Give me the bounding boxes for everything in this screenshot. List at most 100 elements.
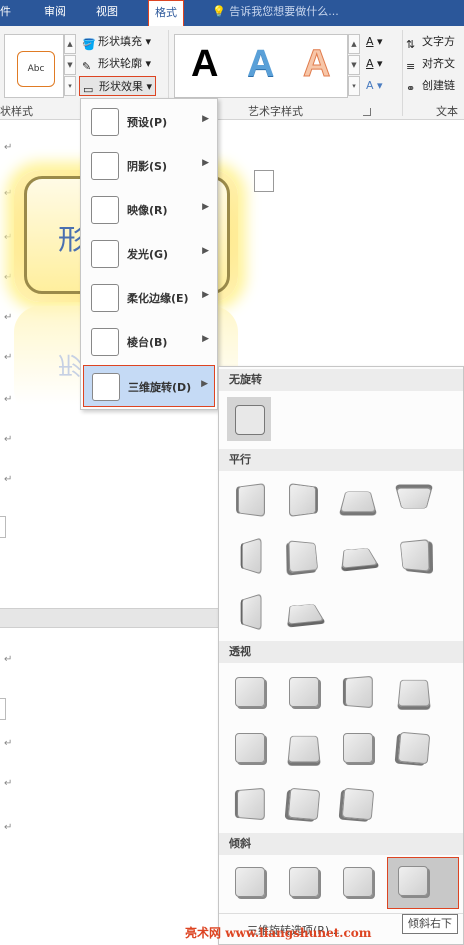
wordart-down-icon[interactable]: ▼ xyxy=(348,55,360,75)
align-text-icon: ≡ xyxy=(406,60,416,73)
rotation-preview-icon xyxy=(341,548,379,569)
group-label-text: 文本 xyxy=(436,105,458,118)
create-link-label: 创建链 xyxy=(422,79,455,92)
wordart-more-icon[interactable]: ▾ xyxy=(348,76,360,96)
rotation-option-oblique[interactable] xyxy=(335,859,379,903)
shape-effects-menu: 预设(P) ▶ 阴影(S) ▶ 映像(R) ▶ 发光(G) ▶ 柔化边缘(E) … xyxy=(80,98,218,410)
rotation-option-parallel[interactable] xyxy=(227,589,271,633)
menu-item-preset[interactable]: 预设(P) ▶ xyxy=(83,101,215,143)
rotation-option-parallel[interactable] xyxy=(335,533,379,577)
tab-view[interactable]: 视图 xyxy=(96,0,118,26)
shape-outline-button[interactable]: ✎ 形状轮廓 ▾ xyxy=(82,54,151,74)
rotation-option-perspective[interactable] xyxy=(335,669,379,713)
rotation-option-perspective[interactable] xyxy=(227,781,271,825)
rotation-option-parallel[interactable] xyxy=(391,533,435,577)
rotation-option-perspective[interactable] xyxy=(391,725,435,769)
rotation-option-perspective[interactable] xyxy=(335,781,379,825)
tab-format[interactable]: 格式 xyxy=(148,0,184,26)
rotation-option-perspective[interactable] xyxy=(391,669,435,713)
rotation-option-perspective[interactable] xyxy=(335,725,379,769)
rotation-preview-icon xyxy=(399,538,430,572)
rotation-option-none[interactable] xyxy=(227,397,271,441)
dialog-launcher-icon[interactable] xyxy=(363,108,371,116)
text-fill-icon[interactable]: A ▾ xyxy=(366,32,383,52)
wordart-sample-blue[interactable]: A xyxy=(247,43,274,86)
menu-item-shadow[interactable]: 阴影(S) ▶ xyxy=(83,145,215,187)
text-effects-icon[interactable]: A ▾ xyxy=(366,76,383,96)
paragraph-mark-icon: ↵ xyxy=(4,142,13,153)
3d-rotation-icon xyxy=(92,373,120,401)
menu-item-label: 柔化边缘(E) xyxy=(127,292,189,305)
menu-item-bevel[interactable]: 棱台(B) ▶ xyxy=(83,321,215,363)
paragraph-mark-icon: ↵ xyxy=(4,188,13,199)
rotation-preview-icon xyxy=(235,867,265,897)
layout-options-icon[interactable] xyxy=(254,170,274,192)
create-link-button[interactable]: ⚭ 创建链 xyxy=(406,76,455,96)
gallery-up-icon[interactable]: ▲ xyxy=(64,34,76,54)
rotation-option-perspective[interactable] xyxy=(281,781,325,825)
tell-me-text: 告诉我您想要做什么... xyxy=(229,5,339,18)
text-direction-button[interactable]: ⇅ 文字方 xyxy=(406,32,455,52)
paragraph-mark-icon: ↵ xyxy=(4,434,13,445)
align-text-button[interactable]: ≡ 对齐文 xyxy=(406,54,455,74)
menu-item-label: 棱台(B) xyxy=(127,336,168,349)
rotation-preview-icon xyxy=(288,483,316,517)
submenu-arrow-icon: ▶ xyxy=(201,379,208,389)
wordart-sample-orange[interactable]: A xyxy=(302,43,330,86)
rotation-option-parallel[interactable] xyxy=(281,533,325,577)
rotation-preview-icon xyxy=(339,491,377,513)
rotation-option-parallel[interactable] xyxy=(335,477,379,521)
shape-outline-label: 形状轮廓 xyxy=(98,57,142,70)
shape-effects-label: 形状效果 xyxy=(99,80,143,93)
align-text-label: 对齐文 xyxy=(422,57,455,70)
rotation-preview-icon xyxy=(345,675,373,709)
rotation-option-perspective[interactable] xyxy=(281,669,325,713)
wordart-sample-black[interactable]: A xyxy=(191,43,218,86)
rotation-option-perspective[interactable] xyxy=(281,725,325,769)
menu-item-3d-rotation[interactable]: 三维旋转(D) ▶ xyxy=(83,365,215,407)
tooltip: 倾斜右下 xyxy=(402,914,458,934)
shape-style-gallery[interactable]: Abc xyxy=(4,34,64,98)
menu-item-reflection[interactable]: 映像(R) ▶ xyxy=(83,189,215,231)
text-direction-icon: ⇅ xyxy=(406,38,416,51)
reflection-icon xyxy=(91,196,119,224)
shape-effects-icon: ▭ xyxy=(83,83,94,96)
rotation-preview-icon xyxy=(238,483,266,517)
shape-style-thumb[interactable]: Abc xyxy=(17,51,55,87)
paragraph-mark-icon: ↵ xyxy=(4,352,13,363)
watermark-brand: 亮术网 xyxy=(185,926,222,940)
wordart-gallery[interactable]: A A A xyxy=(174,34,348,98)
paragraph-mark-icon: ↵ xyxy=(4,474,13,485)
tell-me-search[interactable]: 💡 告诉我您想要做什么... xyxy=(212,0,339,26)
rotation-option-parallel[interactable] xyxy=(281,589,325,633)
rotation-option-parallel[interactable] xyxy=(227,533,271,577)
paragraph-mark-icon: ↵ xyxy=(4,654,13,665)
menu-item-glow[interactable]: 发光(G) ▶ xyxy=(83,233,215,275)
menu-item-soft-edges[interactable]: 柔化边缘(E) ▶ xyxy=(83,277,215,319)
rotation-preview-icon xyxy=(237,787,265,821)
rotation-option-parallel[interactable] xyxy=(227,477,271,521)
rotation-option-oblique-bottom-right[interactable] xyxy=(387,857,459,909)
rotation-option-perspective[interactable] xyxy=(227,725,271,769)
rotation-option-perspective[interactable] xyxy=(227,669,271,713)
gallery-down-icon[interactable]: ▼ xyxy=(64,55,76,75)
tab-review[interactable]: 审阅 xyxy=(44,0,66,26)
text-outline-icon[interactable]: A ▾ xyxy=(366,54,383,74)
margin-marker xyxy=(0,698,6,720)
rotation-preview-icon xyxy=(242,537,262,575)
shape-effects-button[interactable]: ▭ 形状效果 ▾ xyxy=(79,76,157,96)
tab-file[interactable]: 件 xyxy=(0,0,11,26)
menu-item-label: 预设(P) xyxy=(127,116,168,129)
shape-fill-button[interactable]: 🪣 形状填充 ▾ xyxy=(82,32,151,52)
rotation-option-parallel[interactable] xyxy=(281,477,325,521)
gallery-more-icon[interactable]: ▾ xyxy=(64,76,76,96)
rotation-option-oblique[interactable] xyxy=(281,859,325,903)
submenu-arrow-icon: ▶ xyxy=(202,246,209,256)
wordart-up-icon[interactable]: ▲ xyxy=(348,34,360,54)
submenu-arrow-icon: ▶ xyxy=(202,114,209,124)
rotation-option-oblique[interactable] xyxy=(227,859,271,903)
watermark: 亮术网 www.liangshunet.com xyxy=(185,924,371,941)
paragraph-mark-icon: ↵ xyxy=(4,778,13,789)
ribbon-divider xyxy=(402,30,403,116)
rotation-option-parallel[interactable] xyxy=(391,477,435,521)
